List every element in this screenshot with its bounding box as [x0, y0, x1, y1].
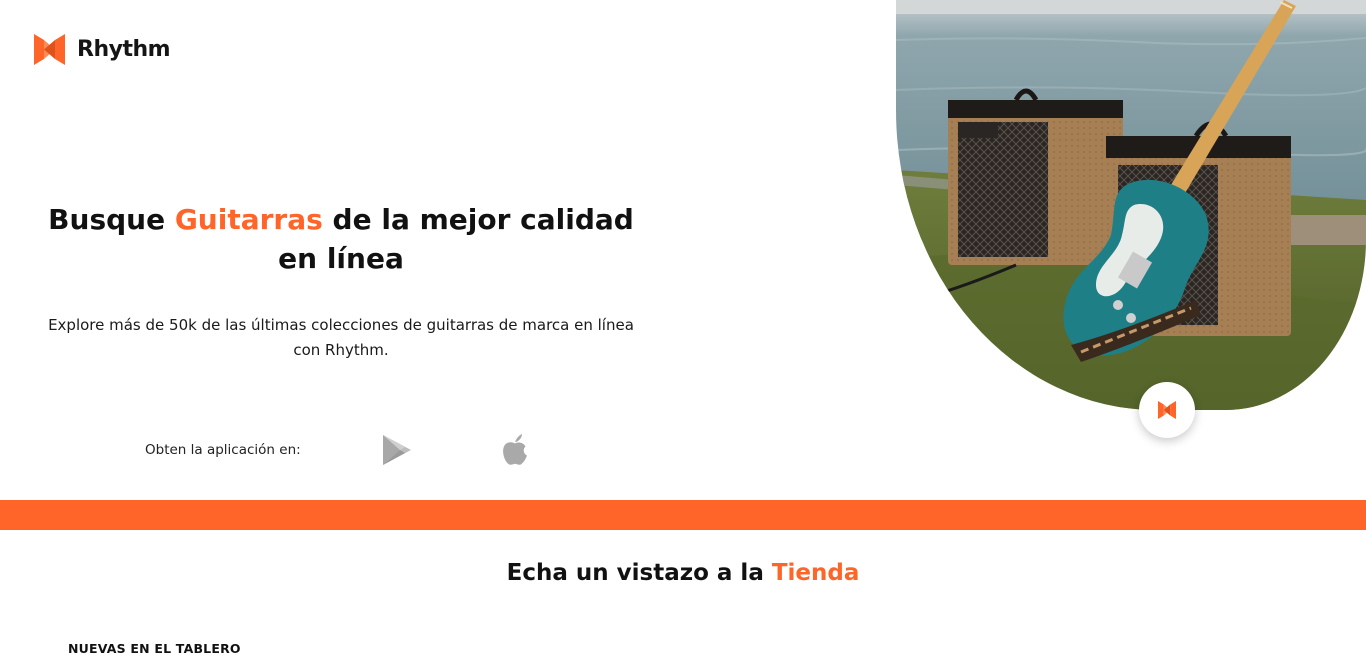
brand-logo[interactable]: Rhythm [34, 34, 171, 65]
hero-title: Busque Guitarras de la mejor calidad en … [40, 200, 642, 278]
guitar-and-amplifiers-photo [896, 0, 1366, 410]
rhythm-logo-icon [34, 34, 65, 65]
get-app-label: Obten la aplicación en: [145, 442, 301, 458]
shop-title-pre: Echa un vistazo a la [506, 560, 772, 586]
get-app-row: Obten la aplicación en: [145, 432, 527, 468]
orange-divider-band [0, 500, 1366, 530]
google-play-icon[interactable] [382, 434, 412, 470]
shop-section-title: Echa un vistazo a la Tienda [0, 560, 1366, 586]
apple-icon[interactable] [502, 434, 528, 469]
hero-title-pre: Busque [48, 203, 175, 236]
hero-description: Explore más de 50k de las últimas colecc… [48, 316, 634, 359]
hero-title-post: de la mejor calidad en línea [278, 203, 634, 275]
hero-image [896, 0, 1366, 410]
new-arrivals-label: NUEVAS EN EL TABLERO [68, 641, 241, 656]
shop-title-accent: Tienda [771, 560, 860, 586]
hero-title-accent: Guitarras [174, 203, 323, 236]
logo-badge-button[interactable] [1139, 382, 1195, 438]
brand-name: Rhythm [77, 37, 171, 62]
rhythm-badge-icon [1158, 401, 1176, 419]
